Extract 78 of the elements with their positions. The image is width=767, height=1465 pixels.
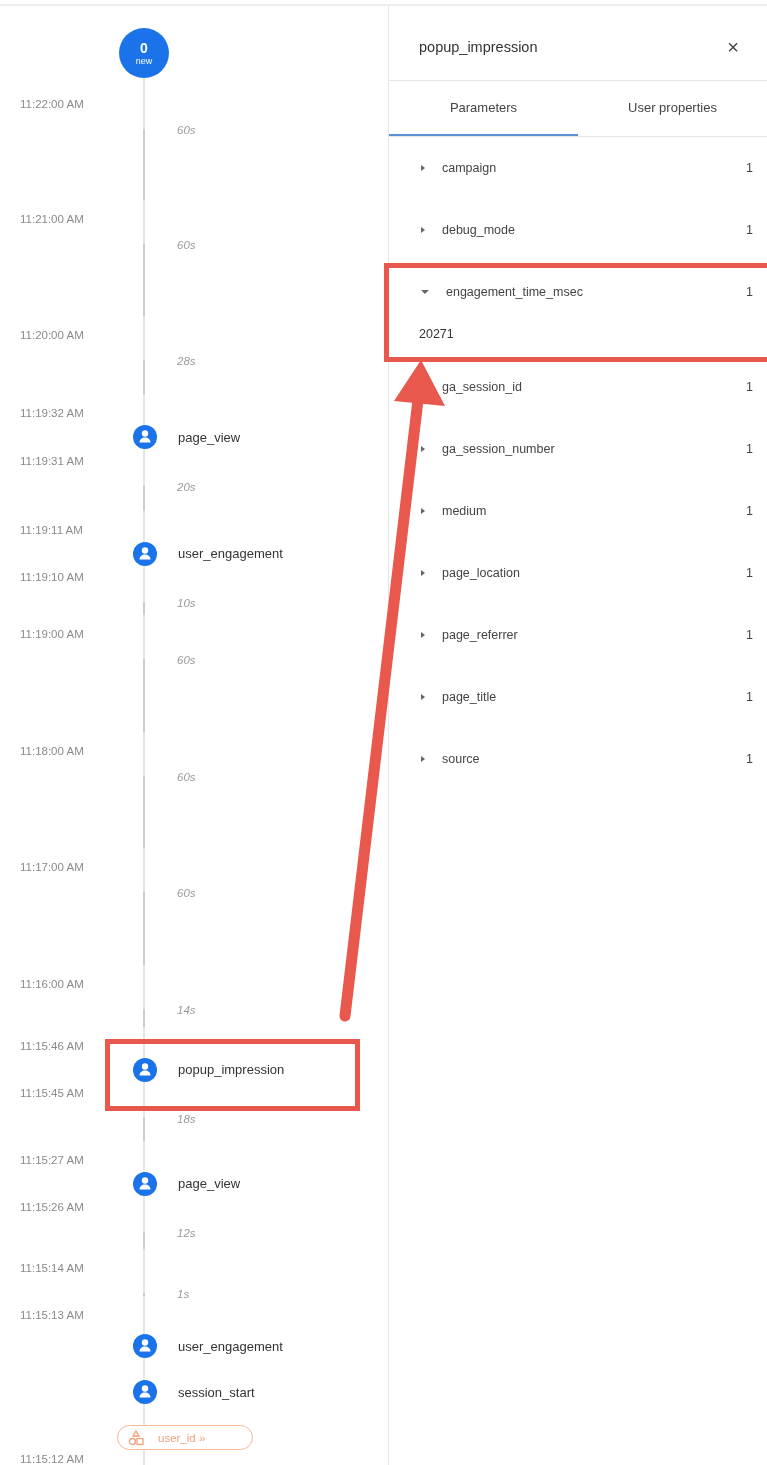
time-gap: 1s bbox=[176, 1287, 191, 1302]
event-name[interactable]: page_view bbox=[178, 1176, 241, 1191]
shapes-icon bbox=[128, 1429, 144, 1446]
parameter-name[interactable]: engagement_time_msec bbox=[446, 285, 730, 299]
timestamp: 11:19:32 AM bbox=[19, 407, 85, 419]
expand-triangle-icon[interactable] bbox=[421, 632, 425, 638]
timestamp: 11:19:00 AM bbox=[19, 628, 85, 640]
parameter-count: 1 bbox=[746, 628, 753, 642]
timestamp: 11:15:14 AM bbox=[19, 1262, 85, 1274]
tab[interactable]: User properties bbox=[578, 81, 767, 136]
expand-triangle-icon[interactable] bbox=[421, 694, 425, 700]
timestamp: 11:15:46 AM bbox=[19, 1040, 85, 1052]
expand-triangle-icon[interactable] bbox=[421, 446, 425, 452]
timestamp: 11:15:26 AM bbox=[19, 1201, 85, 1213]
parameter-count: 1 bbox=[746, 690, 753, 704]
parameter-count: 1 bbox=[746, 161, 753, 175]
event-name[interactable]: user_engagement bbox=[178, 1338, 283, 1354]
parameter-count: 1 bbox=[746, 223, 753, 237]
event-name[interactable]: user_engagement bbox=[178, 546, 283, 561]
time-gap: 20s bbox=[176, 480, 197, 495]
new-events-counter[interactable]: 0 new bbox=[119, 28, 169, 78]
close-button[interactable]: × bbox=[725, 35, 741, 59]
timestamp: 11:21:00 AM bbox=[19, 213, 85, 225]
event-name[interactable]: popup_impression bbox=[178, 1062, 285, 1077]
expand-triangle-icon[interactable] bbox=[421, 165, 425, 171]
parameter-value: 20271 bbox=[419, 327, 454, 341]
timestamp: 11:17:00 AM bbox=[19, 861, 85, 873]
timestamp: 11:15:27 AM bbox=[19, 1154, 85, 1166]
tab[interactable]: Parameters bbox=[389, 81, 578, 136]
time-gap: 12s bbox=[176, 1226, 197, 1241]
parameter-name[interactable]: source bbox=[442, 752, 730, 766]
collapse-triangle-icon[interactable] bbox=[421, 290, 429, 294]
expand-triangle-icon[interactable] bbox=[421, 756, 425, 762]
parameter-name[interactable]: ga_session_id bbox=[442, 380, 730, 394]
parameter-count: 1 bbox=[746, 752, 753, 766]
timestamp: 11:15:13 AM bbox=[19, 1309, 85, 1321]
parameter-name[interactable]: page_location bbox=[442, 566, 730, 580]
timestamp: 11:19:10 AM bbox=[19, 571, 85, 583]
parameter-count: 1 bbox=[746, 380, 753, 394]
expand-triangle-icon[interactable] bbox=[421, 570, 425, 576]
expand-triangle-icon[interactable] bbox=[421, 227, 425, 233]
timestamp: 11:15:45 AM bbox=[19, 1087, 85, 1099]
time-gap: 60s bbox=[176, 770, 197, 785]
user-event-icon bbox=[132, 1170, 158, 1197]
user-event-icon bbox=[132, 1379, 158, 1405]
timestamp: 11:19:31 AM bbox=[19, 455, 85, 467]
time-gap: 60s bbox=[176, 886, 197, 901]
parameter-count: 1 bbox=[746, 285, 753, 299]
parameter-name[interactable]: medium bbox=[442, 504, 730, 518]
time-gap: 10s bbox=[176, 596, 197, 611]
parameter-count: 1 bbox=[746, 504, 753, 518]
timestamp: 11:19:11 AM bbox=[19, 524, 84, 536]
parameter-name[interactable]: ga_session_number bbox=[442, 442, 730, 456]
parameter-count: 1 bbox=[746, 566, 753, 580]
parameter-name[interactable]: page_title bbox=[442, 690, 730, 704]
expand-triangle-icon[interactable] bbox=[421, 508, 425, 514]
timestamp: 11:20:00 AM bbox=[19, 329, 85, 341]
time-gap: 14s bbox=[176, 1003, 197, 1018]
parameter-name[interactable]: page_referrer bbox=[442, 628, 730, 642]
timestamp: 11:16:00 AM bbox=[19, 978, 85, 990]
time-gap: 60s bbox=[176, 653, 197, 668]
time-gap: 28s bbox=[176, 354, 197, 369]
time-gap: 60s bbox=[176, 238, 197, 253]
timestamp: 11:18:00 AM bbox=[19, 745, 85, 757]
user-event-icon bbox=[132, 540, 158, 567]
event-name[interactable]: session_start bbox=[178, 1384, 255, 1400]
user-event-icon bbox=[132, 424, 158, 450]
timestamp: 11:15:12 AM bbox=[19, 1453, 85, 1465]
panel-title: popup_impression bbox=[419, 39, 538, 55]
parameter-name[interactable]: debug_mode bbox=[442, 223, 730, 237]
time-gap: 60s bbox=[176, 123, 197, 138]
parameter-name[interactable]: campaign bbox=[442, 161, 730, 175]
user-event-icon bbox=[132, 1056, 158, 1083]
parameter-count: 1 bbox=[746, 442, 753, 456]
timestamp: 11:22:00 AM bbox=[19, 98, 85, 110]
time-gap: 18s bbox=[176, 1112, 197, 1127]
event-name[interactable]: page_view bbox=[178, 429, 241, 445]
user-event-icon bbox=[132, 1333, 158, 1359]
